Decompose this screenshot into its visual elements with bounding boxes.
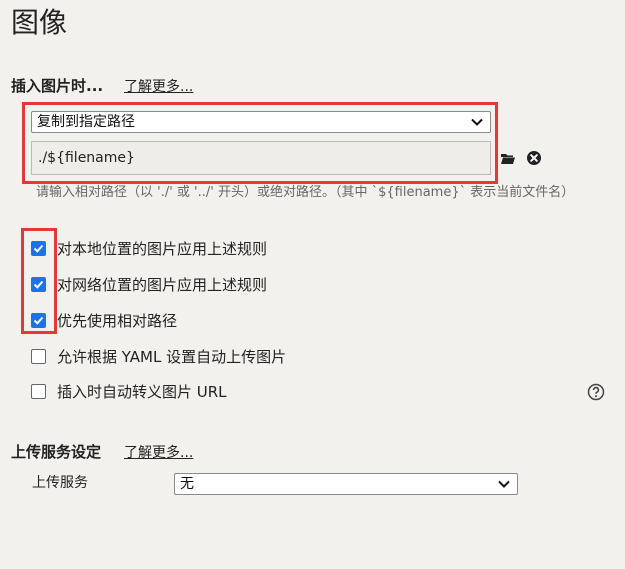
checkbox-apply-local[interactable] <box>31 241 46 256</box>
checkbox-yaml-upload[interactable] <box>31 349 46 364</box>
check-icon <box>33 244 44 253</box>
checkbox-escape-url[interactable] <box>31 384 46 399</box>
close-circle-icon[interactable] <box>526 150 542 166</box>
image-settings-page: 图像 插入图片时... 了解更多... 复制到指定路径 ./${filename… <box>0 0 625 569</box>
help-circle-icon[interactable] <box>587 383 605 401</box>
upload-learn-more-link[interactable]: 了解更多... <box>124 443 193 463</box>
image-path-input[interactable]: ./${filename} <box>31 141 491 175</box>
option-label: 对网络位置的图片应用上述规则 <box>57 276 268 294</box>
checkbox-prefer-relative[interactable] <box>31 313 46 328</box>
option-label: 插入时自动转义图片 URL <box>57 383 227 401</box>
image-path-value: ./${filename} <box>38 150 135 166</box>
chevron-down-icon <box>471 118 483 126</box>
option-label: 优先使用相对路径 <box>57 312 178 330</box>
checkbox-apply-network[interactable] <box>31 277 46 292</box>
insert-section-heading: 插入图片时... <box>11 77 104 95</box>
page-title: 图像 <box>11 6 68 39</box>
insert-learn-more-link[interactable]: 了解更多... <box>124 77 193 97</box>
upload-service-select-value: 无 <box>180 476 194 492</box>
check-icon <box>33 280 44 289</box>
option-label: 对本地位置的图片应用上述规则 <box>57 240 268 258</box>
upload-section-heading: 上传服务设定 <box>11 443 102 461</box>
path-hint-text: 请输入相对路径（以 './' 或 '../' 开头）或绝对路径。（其中 `${f… <box>36 185 575 200</box>
folder-icon[interactable] <box>500 151 516 167</box>
upload-service-select[interactable]: 无 <box>174 473 518 495</box>
check-icon <box>33 316 44 325</box>
insert-action-select[interactable]: 复制到指定路径 <box>31 111 491 133</box>
option-label: 允许根据 YAML 设置自动上传图片 <box>57 348 287 366</box>
insert-action-select-value: 复制到指定路径 <box>37 114 135 130</box>
chevron-down-icon <box>498 480 510 488</box>
upload-service-label: 上传服务 <box>32 475 88 491</box>
